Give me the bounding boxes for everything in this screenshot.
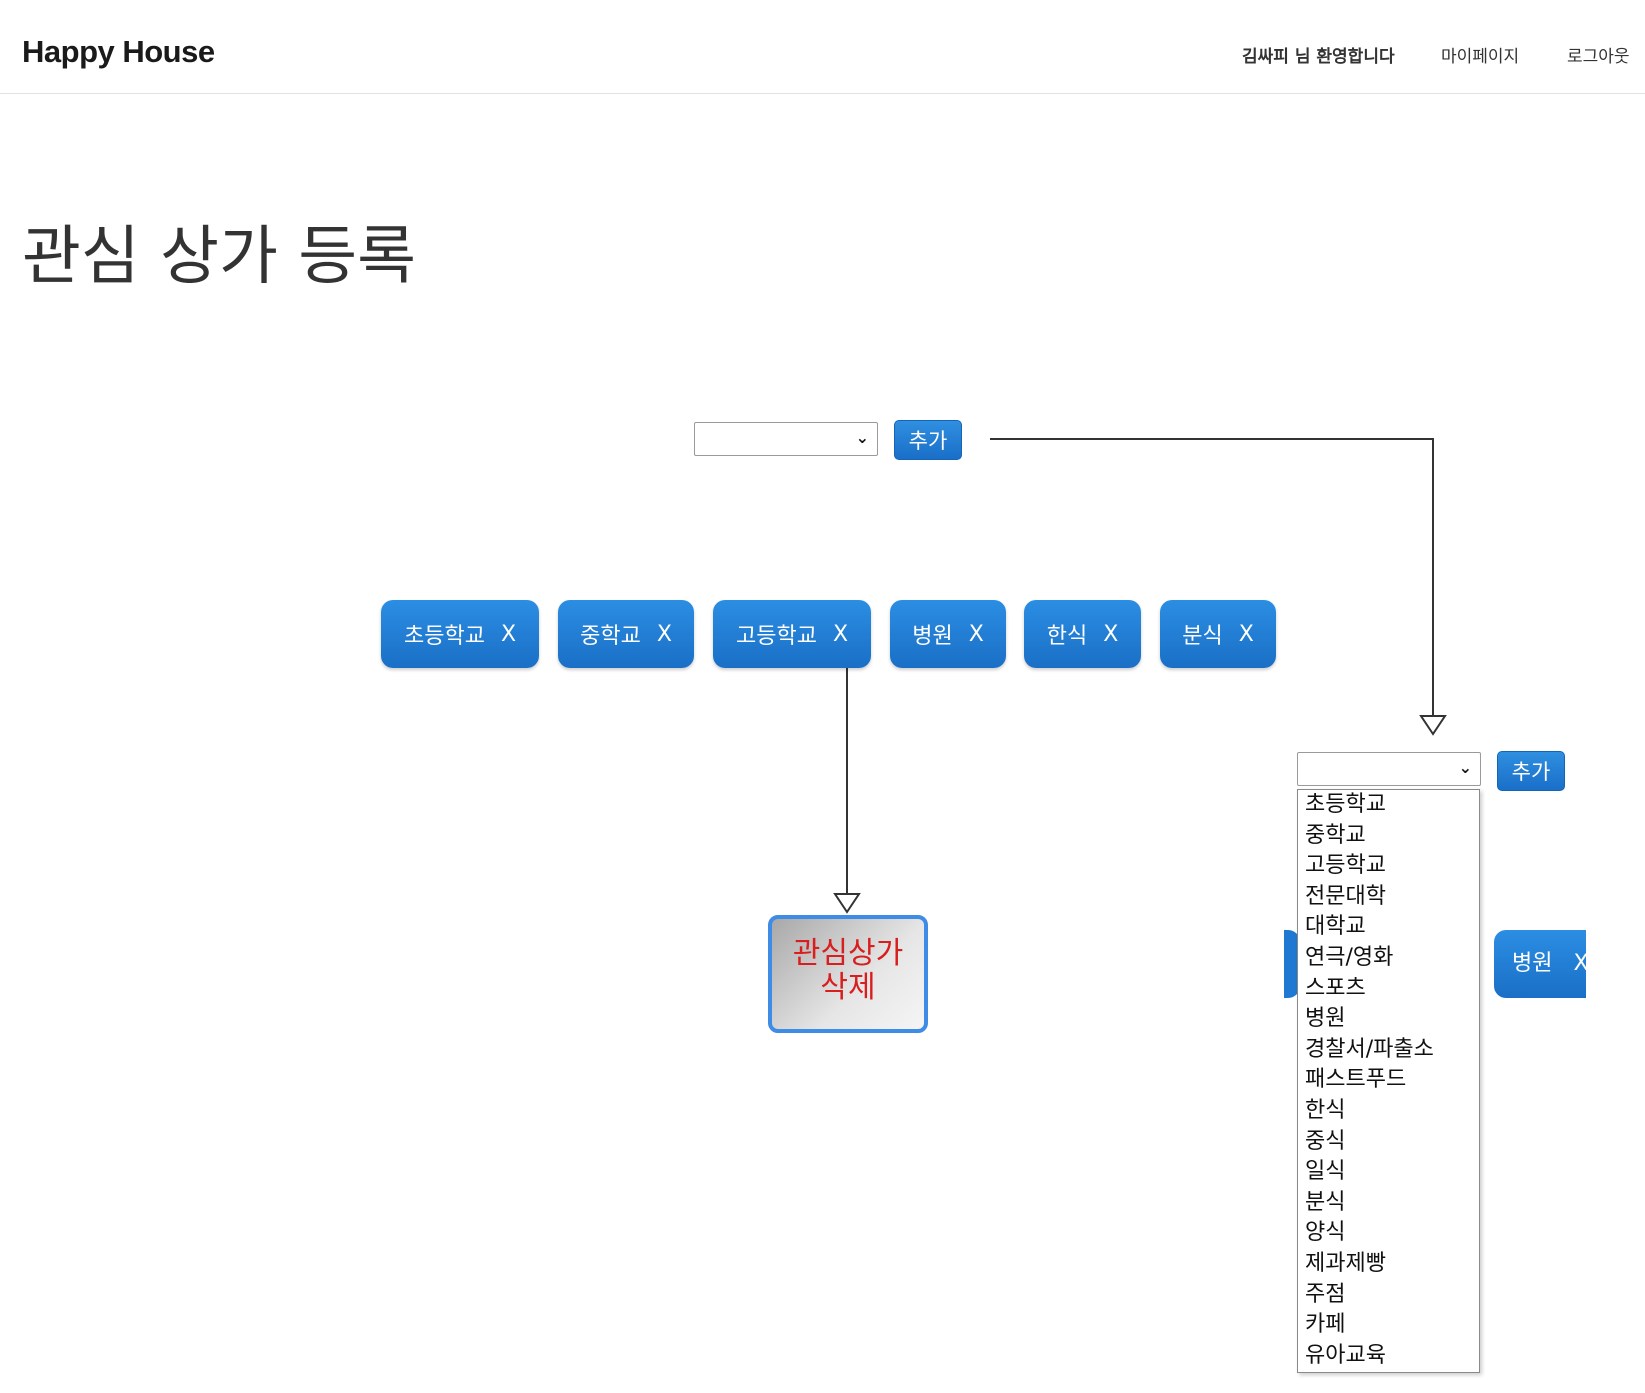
chip-5[interactable]: 분식 X [1160,600,1276,668]
chevron-down-icon: ⌄ [855,428,869,447]
chip-label: 고등학교 [735,624,817,649]
category-select-open[interactable]: ⌄ [1297,752,1481,786]
category-select[interactable]: ⌄ [694,422,878,456]
chip-label: 중학교 [580,624,641,649]
dropdown-option[interactable]: 한식 [1298,1096,1479,1127]
connector-top-to-right [990,438,1434,718]
chevron-down-icon: ⌄ [1458,758,1472,777]
dropdown-option[interactable]: 일식 [1298,1157,1479,1188]
dropdown-option[interactable]: 패스트푸드 [1298,1065,1479,1096]
dropdown-option[interactable]: 주점 [1298,1280,1479,1311]
dropdown-option[interactable]: 대학교 [1298,912,1479,943]
dropdown-option[interactable]: 분식 [1298,1188,1479,1219]
category-dropdown-list[interactable]: 초등학교 중학교 고등학교 전문대학 대학교 연극/영화 스포츠 병원 경찰서/파출소 패스트푸드… [1297,789,1480,1373]
dropdown-option[interactable]: 중식 [1298,1127,1479,1158]
delete-label-line2: 삭제 [820,970,876,1005]
dropdown-option[interactable]: 전문대학 [1298,882,1479,913]
close-icon[interactable]: X [501,622,516,647]
chip-3[interactable]: 병원 X [890,600,1006,668]
dropdown-option[interactable]: 경찰서/파출소 [1298,1035,1479,1066]
chip-4[interactable]: 한식 X [1024,600,1141,668]
close-icon[interactable]: X [1103,622,1118,647]
dropdown-option[interactable]: 고등학교 [1298,851,1479,882]
close-icon[interactable]: X [1239,622,1254,647]
delete-label-line1: 관심상가 [792,936,904,971]
close-icon[interactable]: X [969,622,984,647]
chip-label: 병원 [912,624,953,649]
add-button[interactable]: 추가 [894,420,962,460]
chip-1[interactable]: 중학교 X [558,600,694,668]
dropdown-option[interactable]: 병원 [1298,1004,1479,1035]
delete-drop-zone[interactable]: 관심상가 삭제 [768,915,928,1033]
add-button-right[interactable]: 추가 [1497,751,1565,791]
chip-label: 병원 [1512,951,1553,976]
chip-hospital[interactable]: 병원 X [1494,930,1586,998]
close-icon[interactable]: X [833,622,848,647]
arrowhead-delete [833,893,861,914]
dropdown-option[interactable]: 유아교육 [1298,1341,1479,1372]
dropdown-option[interactable]: 초등학교 [1298,790,1479,821]
chip-label: 초등학교 [403,624,485,649]
chip-0[interactable]: 초등학교 X [381,600,539,668]
close-icon[interactable]: X [657,622,672,647]
chip-2[interactable]: 고등학교 X [713,600,871,668]
dropdown-option[interactable]: 연극/영화 [1298,943,1479,974]
close-icon[interactable]: X [1573,951,1586,976]
arrowhead-right [1419,715,1447,736]
dropdown-option[interactable]: 스포츠 [1298,974,1479,1005]
chip-label: 분식 [1182,624,1223,649]
dropdown-option[interactable]: 제과제빵 [1298,1249,1479,1280]
dropdown-option[interactable]: 중학교 [1298,821,1479,852]
dropdown-option[interactable]: 양식 [1298,1218,1479,1249]
dropdown-option[interactable]: 카페 [1298,1310,1479,1341]
chip-label: 한식 [1046,624,1088,649]
